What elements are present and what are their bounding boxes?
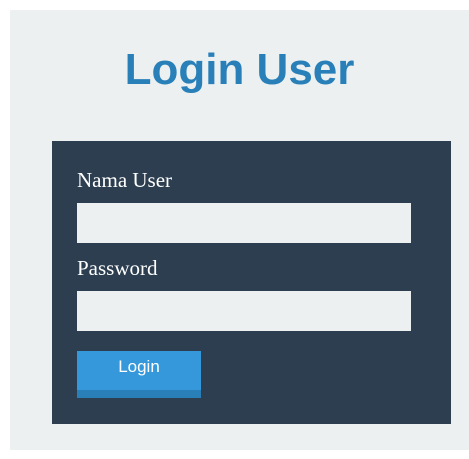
username-field[interactable] — [77, 203, 411, 243]
login-form: Nama User Password Login — [52, 141, 451, 424]
password-label: Password — [77, 256, 158, 280]
page-container: Login User Nama User Password Login — [10, 10, 469, 450]
login-button[interactable]: Login — [77, 351, 201, 398]
username-label: Nama User — [77, 168, 173, 192]
password-field[interactable] — [77, 291, 411, 331]
page-title: Login User — [124, 45, 355, 94]
